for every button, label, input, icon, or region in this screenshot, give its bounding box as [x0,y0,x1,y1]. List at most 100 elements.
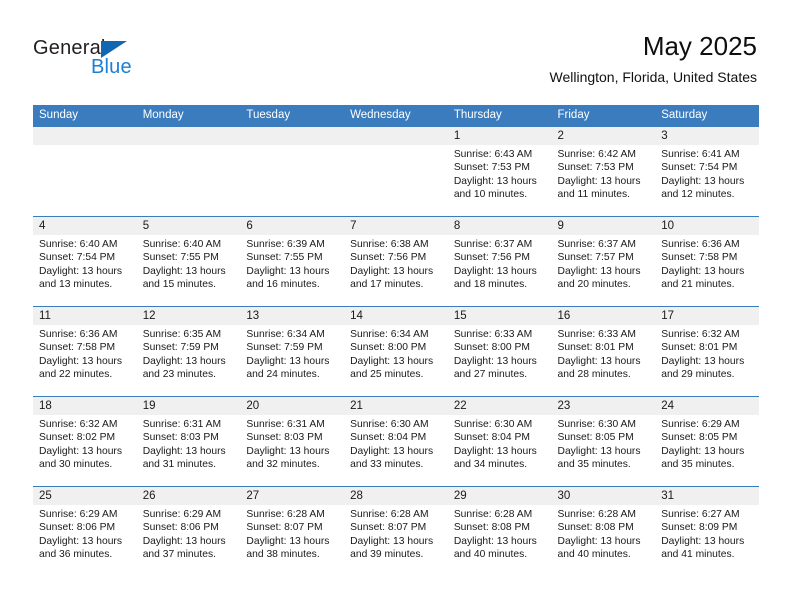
daylight-text-line1: Daylight: 13 hours [246,265,330,277]
day-cell[interactable]: 20 Sunrise: 6:31 AM Sunset: 8:03 PM Dayl… [240,397,345,486]
daylight-text-line2: and 39 minutes. [350,549,424,561]
daylight-text-line2: and 16 minutes. [246,279,320,291]
day-cell[interactable]: 15 Sunrise: 6:33 AM Sunset: 8:00 PM Dayl… [447,307,552,396]
day-cell[interactable]: 6 Sunrise: 6:39 AM Sunset: 7:55 PM Dayli… [240,217,345,306]
day-number: 29 [447,487,552,505]
day-number: 5 [136,217,241,235]
day-number: 24 [655,397,759,415]
week-row: 11 Sunrise: 6:36 AM Sunset: 7:58 PM Dayl… [33,306,759,396]
sunset-text: Sunset: 7:58 PM [661,252,738,264]
day-cell[interactable]: 25 Sunrise: 6:29 AM Sunset: 8:06 PM Dayl… [33,487,137,576]
day-cell[interactable] [33,127,137,216]
day-cell[interactable]: 26 Sunrise: 6:29 AM Sunset: 8:06 PM Dayl… [136,487,241,576]
day-cell[interactable]: 17 Sunrise: 6:32 AM Sunset: 8:01 PM Dayl… [655,307,759,396]
sunrise-text: Sunrise: 6:32 AM [39,419,118,430]
daylight-text-line2: and 31 minutes. [142,459,216,471]
weekday-header-friday: Friday [557,109,590,121]
day-cell[interactable]: 24 Sunrise: 6:29 AM Sunset: 8:05 PM Dayl… [655,397,759,486]
daylight-text-line1: Daylight: 13 hours [557,535,641,547]
day-cell[interactable]: 28 Sunrise: 6:28 AM Sunset: 8:07 PM Dayl… [344,487,448,576]
sunrise-text: Sunrise: 6:32 AM [661,329,740,340]
day-cell[interactable]: 31 Sunrise: 6:27 AM Sunset: 8:09 PM Dayl… [655,487,759,576]
day-cell[interactable]: 2 Sunrise: 6:42 AM Sunset: 7:53 PM Dayli… [551,127,656,216]
day-number: 13 [240,307,345,325]
general-blue-logo[interactable]: General Blue [33,37,203,89]
day-cell[interactable]: 7 Sunrise: 6:38 AM Sunset: 7:56 PM Dayli… [344,217,448,306]
day-details: Sunrise: 6:35 AM Sunset: 7:59 PM Dayligh… [137,325,241,382]
day-cell[interactable]: 18 Sunrise: 6:32 AM Sunset: 8:02 PM Dayl… [33,397,137,486]
day-cell[interactable]: 19 Sunrise: 6:31 AM Sunset: 8:03 PM Dayl… [136,397,241,486]
sunset-text: Sunset: 7:59 PM [142,342,219,354]
weekday-header-sunday: Sunday [39,109,79,121]
daylight-text-line1: Daylight: 13 hours [557,175,641,187]
day-cell[interactable]: 30 Sunrise: 6:28 AM Sunset: 8:08 PM Dayl… [551,487,656,576]
weekday-header-monday: Monday [142,109,184,121]
day-cell[interactable]: 29 Sunrise: 6:28 AM Sunset: 8:08 PM Dayl… [447,487,552,576]
sunrise-text: Sunrise: 6:35 AM [142,329,222,340]
day-number [240,127,345,145]
calendar-page: General Blue May 2025 Wellington, Florid… [0,0,792,612]
daylight-text-line2: and 23 minutes. [142,369,216,381]
day-details: Sunrise: 6:31 AM Sunset: 8:03 PM Dayligh… [240,415,344,472]
daylight-text-line2: and 25 minutes. [350,369,424,381]
day-cell[interactable]: 9 Sunrise: 6:37 AM Sunset: 7:57 PM Dayli… [551,217,656,306]
day-cell[interactable] [240,127,345,216]
sunset-text: Sunset: 8:03 PM [142,432,219,444]
day-cell[interactable]: 4 Sunrise: 6:40 AM Sunset: 7:54 PM Dayli… [33,217,137,306]
daylight-text-line1: Daylight: 13 hours [246,355,330,367]
daylight-text-line1: Daylight: 13 hours [661,355,745,367]
sunset-text: Sunset: 7:54 PM [39,252,116,264]
page-header: General Blue May 2025 Wellington, Florid… [0,0,792,104]
day-cell[interactable]: 13 Sunrise: 6:34 AM Sunset: 7:59 PM Dayl… [240,307,345,396]
day-cell[interactable]: 1 Sunrise: 6:43 AM Sunset: 7:53 PM Dayli… [447,127,552,216]
day-details: Sunrise: 6:29 AM Sunset: 8:05 PM Dayligh… [655,415,759,472]
day-number: 6 [240,217,345,235]
day-cell[interactable]: 23 Sunrise: 6:30 AM Sunset: 8:05 PM Dayl… [551,397,656,486]
day-number: 18 [33,397,137,415]
day-number: 1 [447,127,552,145]
daylight-text-line2: and 40 minutes. [557,549,631,561]
daylight-text-line1: Daylight: 13 hours [39,265,122,277]
daylight-text-line2: and 37 minutes. [142,549,216,561]
day-cell[interactable]: 27 Sunrise: 6:28 AM Sunset: 8:07 PM Dayl… [240,487,345,576]
day-number: 16 [551,307,656,325]
day-cell[interactable]: 22 Sunrise: 6:30 AM Sunset: 8:04 PM Dayl… [447,397,552,486]
day-cell[interactable] [344,127,448,216]
daylight-text-line2: and 30 minutes. [39,459,113,471]
sunrise-text: Sunrise: 6:28 AM [246,509,325,520]
daylight-text-line2: and 29 minutes. [661,369,735,381]
sunrise-text: Sunrise: 6:29 AM [142,509,222,520]
daylight-text-line2: and 32 minutes. [246,459,320,471]
day-details: Sunrise: 6:28 AM Sunset: 8:07 PM Dayligh… [240,505,344,562]
sunset-text: Sunset: 8:06 PM [39,522,116,534]
daylight-text-line2: and 15 minutes. [142,279,216,291]
sunrise-text: Sunrise: 6:33 AM [557,329,636,340]
sunset-text: Sunset: 7:57 PM [557,252,634,264]
sunset-text: Sunset: 8:07 PM [350,522,427,534]
daylight-text-line1: Daylight: 13 hours [246,535,330,547]
day-details: Sunrise: 6:32 AM Sunset: 8:02 PM Dayligh… [33,415,137,472]
sunset-text: Sunset: 8:00 PM [453,342,530,354]
day-cell[interactable]: 3 Sunrise: 6:41 AM Sunset: 7:54 PM Dayli… [655,127,759,216]
day-cell[interactable]: 11 Sunrise: 6:36 AM Sunset: 7:58 PM Dayl… [33,307,137,396]
day-cell[interactable] [136,127,241,216]
day-cell[interactable]: 8 Sunrise: 6:37 AM Sunset: 7:56 PM Dayli… [447,217,552,306]
sunrise-text: Sunrise: 6:27 AM [661,509,740,520]
day-cell[interactable]: 14 Sunrise: 6:34 AM Sunset: 8:00 PM Dayl… [344,307,448,396]
day-cell[interactable]: 16 Sunrise: 6:33 AM Sunset: 8:01 PM Dayl… [551,307,656,396]
week-row: 4 Sunrise: 6:40 AM Sunset: 7:54 PM Dayli… [33,216,759,306]
day-cell[interactable]: 5 Sunrise: 6:40 AM Sunset: 7:55 PM Dayli… [136,217,241,306]
daylight-text-line1: Daylight: 13 hours [246,445,330,457]
sunrise-text: Sunrise: 6:42 AM [557,149,636,160]
day-cell[interactable]: 10 Sunrise: 6:36 AM Sunset: 7:58 PM Dayl… [655,217,759,306]
sunset-text: Sunset: 7:56 PM [350,252,427,264]
weekday-header-tuesday: Tuesday [246,109,291,121]
week-row: 1 Sunrise: 6:43 AM Sunset: 7:53 PM Dayli… [33,126,759,216]
day-details: Sunrise: 6:28 AM Sunset: 8:08 PM Dayligh… [552,505,656,562]
sunset-text: Sunset: 8:04 PM [453,432,530,444]
day-details: Sunrise: 6:28 AM Sunset: 8:07 PM Dayligh… [344,505,448,562]
day-cell[interactable]: 12 Sunrise: 6:35 AM Sunset: 7:59 PM Dayl… [136,307,241,396]
day-cell[interactable]: 21 Sunrise: 6:30 AM Sunset: 8:04 PM Dayl… [344,397,448,486]
daylight-text-line1: Daylight: 13 hours [350,535,434,547]
sunrise-text: Sunrise: 6:31 AM [142,419,222,430]
